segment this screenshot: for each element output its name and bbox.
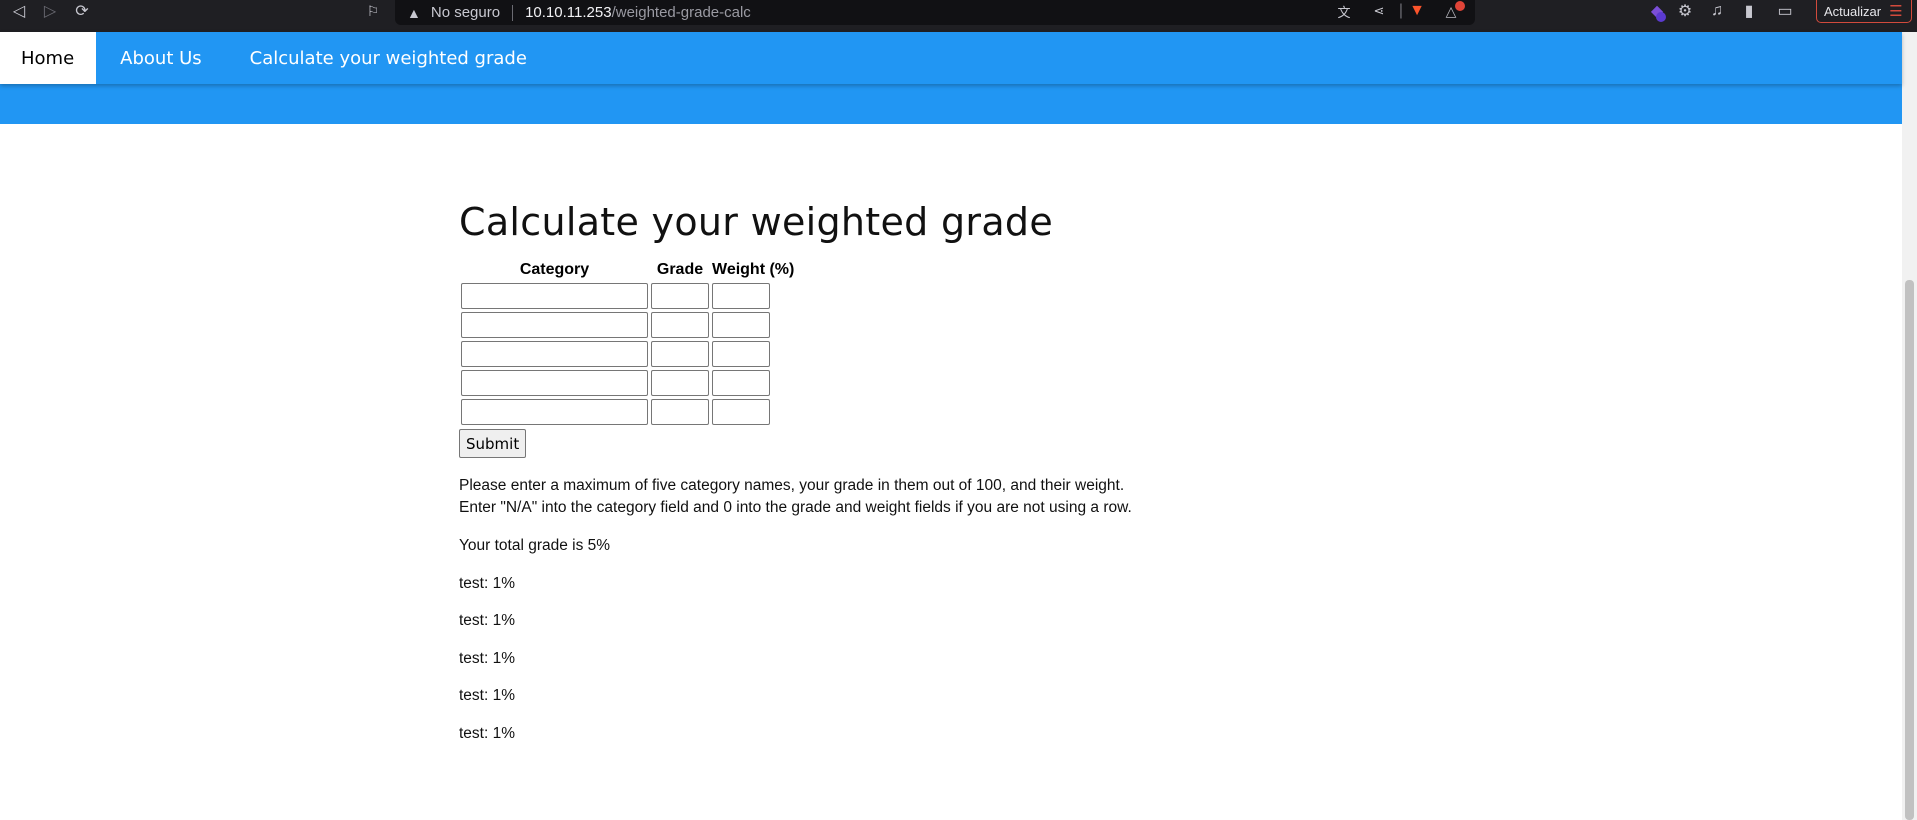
table-header-row: Category Grade Weight (%) xyxy=(461,260,795,280)
translate-icon[interactable]: 文 xyxy=(1335,0,1353,22)
sidebar-icon[interactable]: ▮ xyxy=(1740,0,1758,22)
address-separator xyxy=(512,4,514,21)
menu-icon[interactable]: ☰ xyxy=(1889,2,1902,20)
category-input[interactable] xyxy=(461,399,648,425)
back-icon[interactable]: ◁ xyxy=(10,0,28,22)
category-result: test: 1% xyxy=(459,724,515,742)
address-divider: | xyxy=(1398,2,1404,19)
category-input[interactable] xyxy=(461,312,648,338)
nav-calculate[interactable]: Calculate your weighted grade xyxy=(226,32,551,84)
submit-button[interactable]: Submit xyxy=(459,429,527,458)
nav-about-us[interactable]: About Us xyxy=(96,32,226,84)
main-content: Calculate your weighted grade Category G… xyxy=(459,200,1459,745)
grade-input[interactable] xyxy=(651,399,709,425)
table-row xyxy=(461,283,794,309)
grade-input[interactable] xyxy=(651,312,709,338)
instructions-line: Enter "N/A" into the category field and … xyxy=(459,499,1132,516)
share-icon[interactable]: ⋖ xyxy=(1370,0,1388,22)
site-navbar: Home About Us Calculate your weighted gr… xyxy=(0,32,1902,84)
brave-shields-icon[interactable]: ▼ xyxy=(1408,0,1426,22)
update-label: Actualizar xyxy=(1824,3,1882,19)
category-header: Category xyxy=(519,261,590,278)
table-row xyxy=(461,341,794,367)
instructions: Please enter a maximum of five category … xyxy=(459,475,1459,519)
url-host: 10.10.11.253 xyxy=(525,4,612,21)
reload-icon[interactable]: ⟳ xyxy=(73,0,91,22)
wallet-icon[interactable]: ▭ xyxy=(1776,0,1794,22)
page-scrollbar[interactable] xyxy=(1902,32,1917,820)
scrollbar-thumb[interactable] xyxy=(1905,280,1914,820)
puzzle-icon[interactable]: ⚙ xyxy=(1676,0,1694,22)
weight-input[interactable] xyxy=(712,283,770,309)
table-row xyxy=(461,370,794,396)
grade-form: Category Grade Weight (%) Submit xyxy=(459,257,1459,458)
weight-input[interactable] xyxy=(712,399,770,425)
address-bar[interactable]: ▲ No seguro 10.10.11.253/weighted-grade-… xyxy=(395,0,1475,25)
instructions-line: Please enter a maximum of five category … xyxy=(459,477,1125,494)
grade-input[interactable] xyxy=(651,341,709,367)
browser-toolbar: ◁ ▷ ⟳ ⚐ ▲ No seguro 10.10.11.253/weighte… xyxy=(0,0,1917,32)
grade-input[interactable] xyxy=(651,283,709,309)
forward-icon[interactable]: ▷ xyxy=(41,0,59,22)
category-input[interactable] xyxy=(461,283,648,309)
table-row xyxy=(461,312,794,338)
extensions-count-badge xyxy=(1656,12,1666,22)
grade-input[interactable] xyxy=(651,370,709,396)
bookmark-icon[interactable]: ⚐ xyxy=(364,0,382,22)
weight-input[interactable] xyxy=(712,341,770,367)
weight-header: Weight (%) xyxy=(712,261,795,278)
url-path: /weighted-grade-calc xyxy=(611,4,751,21)
update-button[interactable]: Actualizar ☰ xyxy=(1816,0,1912,23)
insecure-label: No seguro xyxy=(430,4,501,21)
nav-home[interactable]: Home xyxy=(0,32,97,84)
category-result: test: 1% xyxy=(459,687,515,704)
category-input[interactable] xyxy=(461,341,648,367)
table-row xyxy=(461,399,794,425)
category-result: test: 1% xyxy=(459,574,515,592)
category-input[interactable] xyxy=(461,370,648,396)
warning-icon: ▲ xyxy=(407,4,421,21)
weight-input[interactable] xyxy=(712,312,770,338)
notification-badge xyxy=(1455,1,1465,11)
category-result: test: 1% xyxy=(459,612,515,629)
music-icon[interactable]: ♫ xyxy=(1708,0,1726,22)
header-band xyxy=(0,84,1902,124)
total-grade-text: Your total grade is 5% xyxy=(459,537,611,554)
category-result: test: 1% xyxy=(459,649,515,667)
grade-header: Grade xyxy=(656,261,704,278)
grade-table: Category Grade Weight (%) xyxy=(458,257,797,428)
page-title: Calculate your weighted grade xyxy=(459,200,1054,244)
weight-input[interactable] xyxy=(712,370,770,396)
